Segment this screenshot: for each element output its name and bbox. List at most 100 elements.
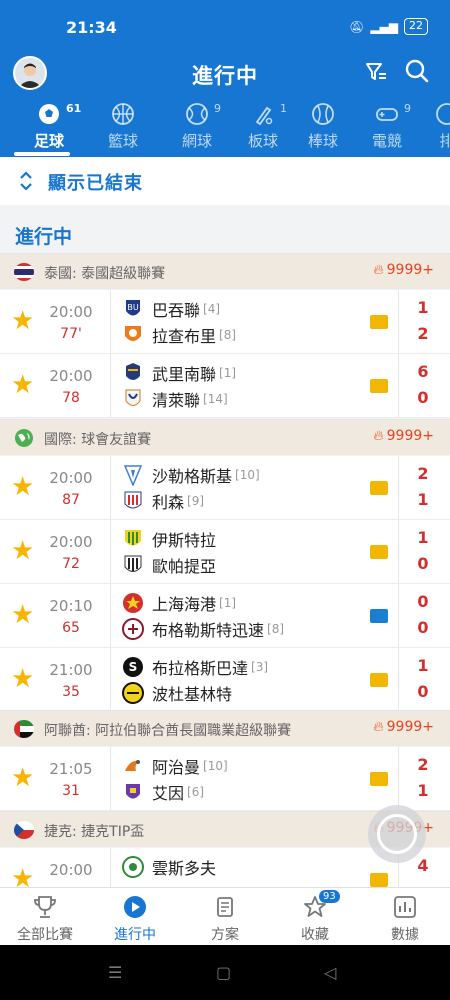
- match-row[interactable]: ★ 21:05 31 阿治曼 [10] 艾因 [6] 2 1: [0, 747, 450, 811]
- favorite-star-icon[interactable]: ★: [11, 538, 34, 564]
- team-logo-icon: [122, 618, 144, 640]
- nav-favorites[interactable]: 93 收藏: [270, 888, 360, 946]
- live-field-icon[interactable]: [370, 545, 388, 559]
- kickoff-time: 20:00: [49, 861, 93, 879]
- favorite-star-icon[interactable]: ★: [11, 372, 34, 398]
- bottom-nav: 全部比賽 進行中 方案 93 收藏 數據: [0, 887, 450, 945]
- live-field-icon[interactable]: [370, 379, 388, 393]
- home-score: 2: [417, 755, 429, 774]
- kickoff-time: 21:05: [49, 760, 93, 778]
- divider: [398, 584, 399, 647]
- kickoff-time: 20:00: [49, 533, 93, 551]
- floating-assistive-button[interactable]: [368, 805, 426, 863]
- live-field-icon[interactable]: [370, 772, 388, 786]
- divider: [398, 747, 399, 810]
- tab-count: 9: [404, 102, 411, 115]
- fire-icon: 🔥︎: [373, 262, 384, 278]
- live-field-icon[interactable]: [370, 481, 388, 495]
- home-score: 1: [417, 656, 429, 675]
- kickoff-time: 20:10: [49, 597, 93, 615]
- back-icon[interactable]: ◁: [324, 963, 336, 982]
- team-logo-icon: [125, 530, 141, 546]
- team-rank: [14]: [203, 392, 228, 406]
- nav-all-matches[interactable]: 全部比賽: [0, 888, 90, 946]
- match-minute: 65: [62, 620, 80, 636]
- away-team: 波杜基林特: [122, 681, 235, 705]
- league-header[interactable]: 阿聯酋: 阿拉伯聯合酋長國職業超級聯賽 🔥︎ 9999+: [0, 710, 450, 746]
- favorite-star-icon[interactable]: ★: [11, 866, 34, 887]
- filter-icon[interactable]: [364, 60, 388, 84]
- match-row[interactable]: ★ 20:00 77' BU 巴吞聯 [4] 拉查布里 [8] 1 2: [0, 290, 450, 354]
- nav-plans[interactable]: 方案: [180, 888, 270, 946]
- home-team: 阿治曼 [10]: [122, 754, 228, 778]
- team-logo-icon: [123, 465, 143, 486]
- tab-volleyball[interactable]: 排: [412, 100, 450, 151]
- nav-label: 全部比賽: [17, 927, 73, 943]
- team-name: 歐帕提亞: [152, 557, 217, 576]
- svg-text:BU: BU: [127, 303, 138, 312]
- favorite-star-icon[interactable]: ★: [11, 308, 34, 334]
- hot-count: 🔥︎9999+: [373, 719, 434, 735]
- recent-apps-icon[interactable]: ☰: [108, 963, 122, 982]
- favorite-star-icon[interactable]: ★: [11, 765, 34, 791]
- tab-label: 網球: [181, 132, 212, 150]
- favorite-star-icon[interactable]: ★: [11, 602, 34, 628]
- live-field-icon[interactable]: [370, 873, 388, 887]
- away-score: 1: [417, 781, 429, 800]
- trophy-icon: [34, 896, 56, 918]
- tab-baseball[interactable]: 棒球: [288, 100, 358, 151]
- battery-indicator: 22: [404, 18, 428, 35]
- home-score: 6: [417, 362, 429, 381]
- divider: [110, 354, 111, 417]
- live-field-icon[interactable]: [370, 673, 388, 687]
- tab-basketball[interactable]: 籃球: [88, 100, 158, 151]
- czech-flag-icon: [14, 821, 34, 839]
- nav-live[interactable]: 進行中: [90, 888, 180, 946]
- favorites-badge: 93: [319, 890, 340, 903]
- home-team: 伊斯特拉: [122, 527, 219, 551]
- away-score: 0: [417, 388, 429, 407]
- kickoff-time: 20:00: [49, 469, 93, 487]
- away-score: 0: [417, 682, 429, 701]
- divider: [110, 456, 111, 519]
- home-icon[interactable]: ▢: [216, 963, 231, 982]
- match-row[interactable]: ★ 20:00 87 沙勒格斯基 [10] 利森 [9] 2 1: [0, 456, 450, 520]
- hot-count: 🔥︎9999+: [373, 428, 434, 444]
- away-team: 艾因 [6]: [122, 780, 204, 804]
- floating-button-ring: [377, 814, 417, 854]
- tab-soccer[interactable]: 61 足球: [14, 100, 84, 151]
- league-header[interactable]: 國際: 球會友誼賽 🔥︎ 9999+: [0, 419, 450, 455]
- team-name: 武里南聯: [152, 365, 217, 384]
- match-row[interactable]: ★ 21:00 35 S 布拉格斯巴達 [3] 波杜基林特 1 0: [0, 648, 450, 712]
- tab-tennis[interactable]: 9 網球: [162, 100, 232, 151]
- league-header[interactable]: 泰國: 泰國超級聯賽 🔥︎ 9999+: [0, 253, 450, 289]
- divider: [110, 584, 111, 647]
- nav-label: 數據: [391, 927, 419, 943]
- live-video-icon[interactable]: [370, 609, 388, 623]
- fire-icon: 🔥︎: [373, 428, 384, 444]
- divider: [110, 747, 111, 810]
- show-ended-toggle[interactable]: 顯示已結束: [0, 157, 450, 205]
- soccer-ball-icon: [39, 104, 59, 124]
- favorite-star-icon[interactable]: ★: [11, 666, 34, 692]
- show-ended-label: 顯示已結束: [48, 173, 143, 194]
- team-rank: [9]: [187, 494, 205, 508]
- team-name: 布格勒斯特迅速: [152, 621, 265, 640]
- match-row[interactable]: ★ 20:00 72 伊斯特拉 歐帕提亞 1 0: [0, 520, 450, 584]
- favorite-star-icon[interactable]: ★: [11, 474, 34, 500]
- search-icon[interactable]: [404, 58, 430, 84]
- league-name: 捷克: 捷克TIP盃: [44, 824, 145, 840]
- match-minute: 72: [62, 556, 80, 572]
- match-row[interactable]: ★ 20:10 65 上海海港 [1] 布格勒斯特迅速 [8] 0 0: [0, 584, 450, 648]
- match-row[interactable]: ★ 20:00 78 武里南聯 [1] 清萊聯 [14] 6 0: [0, 354, 450, 418]
- team-name: 艾因: [152, 784, 185, 803]
- divider: [398, 290, 399, 353]
- nav-data[interactable]: 數據: [360, 888, 450, 946]
- live-field-icon[interactable]: [370, 315, 388, 329]
- team-name: 利森: [152, 493, 185, 512]
- volleyball-icon: [436, 103, 450, 125]
- tab-count: 9: [214, 102, 221, 115]
- uae-flag-icon: [14, 720, 34, 738]
- sport-tabs: 61 足球 籃球 9 網球 1 板球 棒球 9 電競 排: [0, 100, 450, 157]
- away-score: 0: [417, 554, 429, 573]
